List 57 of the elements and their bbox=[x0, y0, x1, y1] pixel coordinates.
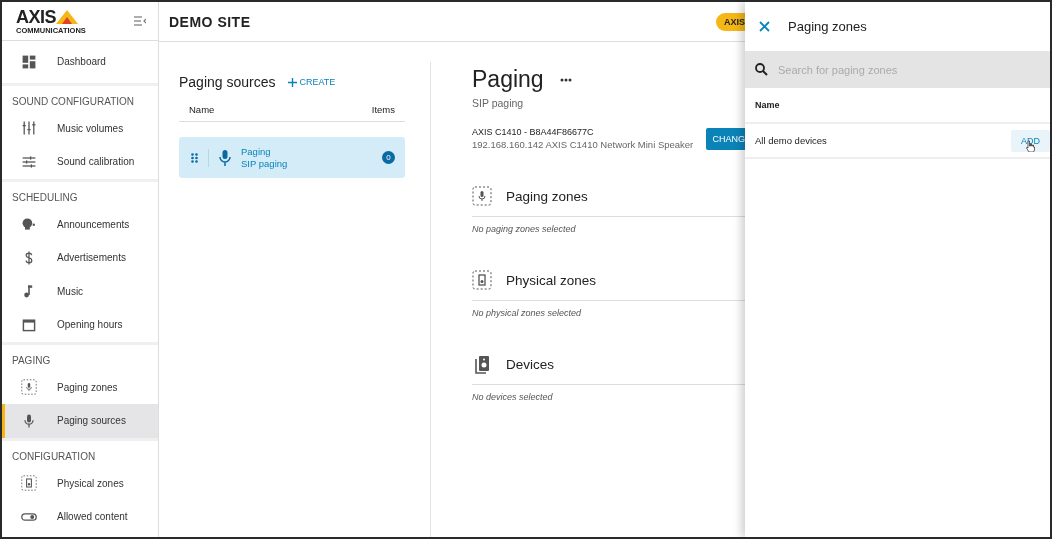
sidebar-item[interactable]: Physical zones bbox=[2, 466, 158, 500]
search-field[interactable]: Search for paging zones bbox=[745, 51, 1050, 88]
panel-title: Paging sources bbox=[179, 74, 276, 90]
section-title: Physical zones bbox=[506, 272, 597, 288]
sliders-icon bbox=[21, 120, 37, 137]
sidebar-item[interactable]: Sound calibration bbox=[2, 145, 158, 179]
section-title: Devices bbox=[506, 356, 554, 372]
dashed-microphone-icon bbox=[21, 379, 37, 396]
page-title: Paging bbox=[472, 66, 544, 93]
empty-message: No devices selected bbox=[472, 392, 554, 402]
section-heading: PAGING bbox=[11, 353, 52, 368]
dashed-speaker-icon bbox=[21, 475, 37, 492]
sidebar-item[interactable]: Paging sources bbox=[2, 404, 158, 438]
device-name: AXIS C1410 - B8A44F86677C bbox=[472, 127, 595, 137]
sidebar-item[interactable]: Paging zones bbox=[2, 370, 158, 404]
user-badge[interactable]: AXIS bbox=[716, 12, 745, 31]
dashed-speaker-icon bbox=[472, 270, 492, 290]
item-count: 0 bbox=[382, 151, 395, 164]
section-title: Paging zones bbox=[506, 188, 588, 204]
sidebar-item[interactable]: Dashboard bbox=[2, 45, 158, 79]
dashed-microphone-icon bbox=[472, 186, 492, 206]
source-type: SIP paging bbox=[241, 158, 289, 169]
microphone-icon bbox=[219, 149, 231, 166]
tune-icon bbox=[21, 153, 37, 170]
sidebar-item[interactable]: Allowed content bbox=[2, 500, 158, 534]
speaking-person-icon bbox=[21, 216, 37, 233]
change-button[interactable]: CHANG bbox=[706, 127, 745, 150]
column-header: Items bbox=[371, 104, 395, 115]
zone-name: All demo devices bbox=[755, 135, 827, 146]
sidebar-item[interactable]: Advertisements bbox=[2, 241, 158, 275]
site-title: DEMO SITE bbox=[169, 13, 251, 30]
dashboard-icon bbox=[21, 53, 37, 70]
speakers-icon bbox=[472, 354, 492, 374]
empty-message: No paging zones selected bbox=[472, 224, 577, 234]
sidebar-item[interactable]: Opening hours bbox=[2, 308, 158, 342]
source-name: Paging bbox=[241, 146, 272, 157]
calendar-icon bbox=[21, 316, 37, 333]
create-button[interactable]: CREATE bbox=[287, 77, 336, 87]
plus-icon bbox=[287, 77, 297, 87]
microphone-icon bbox=[21, 412, 37, 429]
column-header: Name bbox=[745, 88, 1050, 124]
page-subtitle: SIP paging bbox=[472, 97, 525, 109]
section-heading: SOUND CONFIGURATION bbox=[11, 94, 136, 109]
sidebar-item[interactable]: Announcements bbox=[2, 207, 158, 241]
section-heading: SCHEDULING bbox=[11, 190, 79, 205]
section-heading: CONFIGURATION bbox=[11, 449, 97, 464]
search-icon bbox=[755, 63, 768, 76]
empty-message: No physical zones selected bbox=[472, 308, 583, 318]
more-icon[interactable] bbox=[559, 77, 572, 82]
sidebar-item[interactable]: Music bbox=[2, 274, 158, 308]
drawer-title: Paging zones bbox=[788, 19, 867, 34]
collapse-menu-icon[interactable] bbox=[134, 16, 146, 26]
drag-handle-icon[interactable] bbox=[191, 152, 198, 163]
source-row[interactable]: Paging SIP paging 0 bbox=[179, 137, 405, 178]
device-info: 192.168.160.142 AXIS C1410 Network Mini Speaker bbox=[472, 139, 694, 150]
column-header: Name bbox=[189, 104, 215, 115]
sidebar-item[interactable]: Music volumes bbox=[2, 111, 158, 145]
